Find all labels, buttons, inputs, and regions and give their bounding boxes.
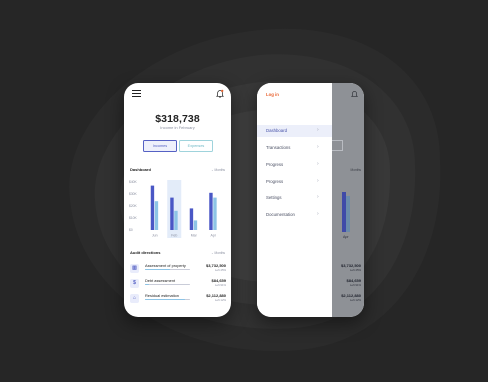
menu-item-label: Documentation bbox=[266, 212, 295, 217]
audit-progress-fill bbox=[145, 299, 185, 301]
chevron-right-icon: › bbox=[317, 144, 319, 150]
audit-item-name: Assessment of property bbox=[145, 263, 186, 268]
x-tick-label: Feb bbox=[171, 234, 177, 238]
dimmed-period: Months bbox=[350, 168, 361, 172]
balance-amount: $318,738 bbox=[155, 113, 200, 125]
chevron-down-icon: ⌄ bbox=[211, 168, 214, 172]
x-tick-label: Jun bbox=[152, 234, 158, 238]
menu-item-label: Progress bbox=[266, 179, 284, 184]
balance-caption: Income in February bbox=[160, 125, 195, 130]
audit-item-name: Residual estimation bbox=[145, 293, 179, 298]
chevron-right-icon: › bbox=[317, 127, 319, 133]
menu-item-settings[interactable]: Settings › bbox=[257, 192, 332, 204]
audit-item-name: Debt assessment bbox=[145, 278, 176, 283]
dashboard-phone: $318,738 Income in February Incomes Expe… bbox=[124, 83, 231, 317]
dimmed-left: Left 45% bbox=[349, 268, 361, 272]
expenses-button[interactable]: Expenses bbox=[179, 140, 213, 152]
y-tick-label: $10K bbox=[129, 216, 138, 220]
menu-item-label: Transactions bbox=[266, 145, 291, 150]
bell-icon[interactable] bbox=[216, 89, 224, 98]
background-rings bbox=[69, 28, 441, 352]
audit-progress-fill bbox=[145, 269, 170, 271]
bar-apr-1 bbox=[213, 197, 217, 230]
bar-feb-0 bbox=[170, 197, 174, 230]
audit-row-debt[interactable]: $ Debt assessment $84,659 Left 91% bbox=[130, 278, 226, 292]
audit-row-residual[interactable]: ⌂ Residual estimation $2,112,880 Left 12… bbox=[130, 293, 226, 307]
period-label: Months bbox=[214, 168, 225, 172]
dimmed-left: Left 12% bbox=[349, 298, 361, 302]
login-link[interactable]: Log in bbox=[266, 92, 279, 97]
audit-period-select[interactable]: ⌄ Months bbox=[211, 251, 225, 255]
bar-jun-1 bbox=[154, 201, 159, 230]
audit-row-property[interactable]: ▥ Assessment of property $3,732,500 Left… bbox=[130, 263, 226, 277]
bell-icon bbox=[351, 91, 358, 97]
y-tick-label: $20K bbox=[129, 204, 138, 208]
menu-item-documentation[interactable]: Documentation › bbox=[257, 209, 332, 221]
chevron-right-icon: › bbox=[317, 178, 319, 184]
chevron-right-icon: › bbox=[317, 194, 319, 200]
bar-feb-1 bbox=[174, 210, 178, 230]
audit-progress-fill bbox=[145, 284, 150, 286]
dollar-icon: $ bbox=[130, 279, 139, 288]
dimmed-bar bbox=[346, 196, 350, 232]
menu-item-label: Settings bbox=[266, 195, 282, 200]
menu-item-transactions[interactable]: Transactions › bbox=[257, 142, 332, 154]
dashboard-period-select[interactable]: ⌄ Months bbox=[211, 168, 225, 172]
incomes-button[interactable]: Incomes bbox=[143, 140, 177, 152]
y-tick-label: $30K bbox=[129, 192, 138, 196]
menu-item-progress[interactable]: Progress › bbox=[257, 159, 332, 171]
menu-icon[interactable] bbox=[132, 90, 141, 97]
x-tick-label: Apr bbox=[211, 234, 217, 238]
x-tick-label: Mar bbox=[191, 234, 198, 238]
menu-phone: Log in Dashboard › Transactions › Progre… bbox=[257, 83, 364, 317]
period-label: Months bbox=[214, 251, 225, 255]
menu-item-label: Progress bbox=[266, 162, 284, 167]
audit-progress-bar bbox=[145, 284, 190, 286]
chevron-down-icon: ⌄ bbox=[211, 251, 214, 255]
audit-progress-bar bbox=[145, 299, 190, 301]
dashboard-title: Dashboard bbox=[130, 167, 151, 172]
bar-mar-1 bbox=[193, 220, 198, 230]
audit-item-left: Left 12% bbox=[214, 298, 226, 302]
dimmed-month-label: Apr bbox=[343, 235, 349, 239]
audit-item-left: Left 45% bbox=[214, 268, 226, 272]
y-tick-label: $40K bbox=[129, 180, 138, 184]
bar-jun-0 bbox=[150, 185, 155, 230]
audit-progress-bar bbox=[145, 269, 190, 271]
audit-item-left: Left 91% bbox=[214, 283, 226, 287]
dashboard-bar-chart: $40K $30K $20K $10K $0 Jun Feb Mar Apr bbox=[129, 180, 217, 238]
dimmed-overlay[interactable]: Months Apr $3,732,500 Left 45% $84,659 L… bbox=[332, 83, 364, 317]
bar-mar-0 bbox=[189, 208, 194, 230]
chevron-right-icon: › bbox=[317, 161, 319, 167]
chevron-right-icon: › bbox=[317, 211, 319, 217]
dimmed-expenses-button bbox=[332, 140, 343, 151]
menu-item-label: Dashboard bbox=[266, 128, 288, 133]
side-menu: Log in Dashboard › Transactions › Progre… bbox=[257, 83, 332, 317]
bar-apr-0 bbox=[209, 192, 213, 230]
audit-title: Audit directions bbox=[130, 250, 161, 255]
store-icon: ⌂ bbox=[130, 294, 139, 303]
menu-item-progress-2[interactable]: Progress › bbox=[257, 176, 332, 188]
dimmed-left: Left 91% bbox=[349, 283, 361, 287]
menu-item-dashboard[interactable]: Dashboard › bbox=[257, 125, 332, 137]
y-tick-label: $0 bbox=[129, 228, 133, 232]
bank-icon: ▥ bbox=[130, 264, 139, 273]
